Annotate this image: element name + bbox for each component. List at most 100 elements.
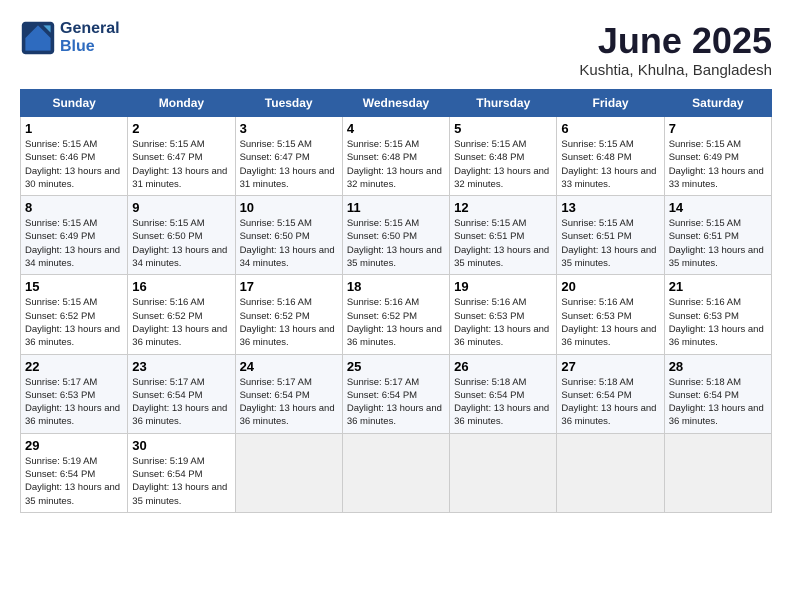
month-title: June 2025 — [579, 20, 772, 62]
calendar-cell: 14Sunrise: 5:15 AMSunset: 6:51 PMDayligh… — [664, 196, 771, 275]
calendar-cell: 18 Sunrise: 5:16 AMSunset: 6:52 PMDayligh… — [342, 275, 449, 354]
day-number: 11 — [347, 200, 445, 215]
day-info: Sunrise: 5:15 AMSunset: 6:48 PMDaylight:… — [561, 138, 659, 191]
calendar-cell: 17 Sunrise: 5:16 AMSunset: 6:52 PMDayligh… — [235, 275, 342, 354]
day-number: 14 — [669, 200, 767, 215]
day-info: Sunrise: 5:15 AMSunset: 6:50 PMDaylight:… — [347, 217, 445, 270]
calendar-cell — [557, 433, 664, 512]
day-info: Sunrise: 5:15 AMSunset: 6:52 PMDaylight:… — [25, 296, 123, 349]
calendar-cell: 5 Sunrise: 5:15 AMSunset: 6:48 PMDaylight… — [450, 117, 557, 196]
day-info: Sunrise: 5:16 AMSunset: 6:52 PMDaylight:… — [240, 296, 338, 349]
day-info: Sunrise: 5:15 AMSunset: 6:49 PMDaylight:… — [669, 138, 767, 191]
day-info: Sunrise: 5:15 AMSunset: 6:48 PMDaylight:… — [347, 138, 445, 191]
day-info: Sunrise: 5:16 AMSunset: 6:53 PMDaylight:… — [669, 296, 767, 349]
day-info: Sunrise: 5:19 AMSunset: 6:54 PMDaylight:… — [25, 455, 123, 508]
day-of-week-header: Monday — [128, 90, 235, 117]
calendar-cell: 16 Sunrise: 5:16 AMSunset: 6:52 PMDayligh… — [128, 275, 235, 354]
calendar-cell: 15 Sunrise: 5:15 AMSunset: 6:52 PMDayligh… — [21, 275, 128, 354]
day-number: 18 — [347, 279, 445, 294]
day-info: Sunrise: 5:16 AMSunset: 6:53 PMDaylight:… — [561, 296, 659, 349]
day-info: Sunrise: 5:15 AMSunset: 6:47 PMDaylight:… — [240, 138, 338, 191]
day-number: 20 — [561, 279, 659, 294]
day-number: 21 — [669, 279, 767, 294]
day-number: 2 — [132, 121, 230, 136]
day-info: Sunrise: 5:15 AMSunset: 6:48 PMDaylight:… — [454, 138, 552, 191]
calendar-cell: 28Sunrise: 5:18 AMSunset: 6:54 PMDayligh… — [664, 354, 771, 433]
calendar-cell: 19 Sunrise: 5:16 AMSunset: 6:53 PMDayligh… — [450, 275, 557, 354]
day-info: Sunrise: 5:15 AMSunset: 6:51 PMDaylight:… — [561, 217, 659, 270]
day-number: 12 — [454, 200, 552, 215]
calendar-week-row: 22 Sunrise: 5:17 AMSunset: 6:53 PMDayligh… — [21, 354, 772, 433]
day-of-week-header: Friday — [557, 90, 664, 117]
day-info: Sunrise: 5:16 AMSunset: 6:53 PMDaylight:… — [454, 296, 552, 349]
calendar-cell: 7Sunrise: 5:15 AMSunset: 6:49 PMDaylight… — [664, 117, 771, 196]
day-info: Sunrise: 5:17 AMSunset: 6:54 PMDaylight:… — [347, 376, 445, 429]
day-number: 19 — [454, 279, 552, 294]
day-number: 22 — [25, 359, 123, 374]
calendar-week-row: 1Sunrise: 5:15 AMSunset: 6:46 PMDaylight… — [21, 117, 772, 196]
day-info: Sunrise: 5:15 AMSunset: 6:46 PMDaylight:… — [25, 138, 123, 191]
day-of-week-header: Wednesday — [342, 90, 449, 117]
day-number: 13 — [561, 200, 659, 215]
calendar-cell: 11 Sunrise: 5:15 AMSunset: 6:50 PMDayligh… — [342, 196, 449, 275]
logo: General Blue — [20, 20, 120, 56]
calendar-cell: 27 Sunrise: 5:18 AMSunset: 6:54 PMDayligh… — [557, 354, 664, 433]
day-number: 24 — [240, 359, 338, 374]
day-number: 10 — [240, 200, 338, 215]
calendar-cell: 3 Sunrise: 5:15 AMSunset: 6:47 PMDaylight… — [235, 117, 342, 196]
day-number: 8 — [25, 200, 123, 215]
day-number: 15 — [25, 279, 123, 294]
page-header: General Blue June 2025 Kushtia, Khulna, … — [20, 20, 772, 79]
calendar-cell: 24 Sunrise: 5:17 AMSunset: 6:54 PMDayligh… — [235, 354, 342, 433]
day-number: 3 — [240, 121, 338, 136]
day-number: 9 — [132, 200, 230, 215]
calendar-cell: 13 Sunrise: 5:15 AMSunset: 6:51 PMDayligh… — [557, 196, 664, 275]
calendar-cell: 1Sunrise: 5:15 AMSunset: 6:46 PMDaylight… — [21, 117, 128, 196]
calendar-cell: 8 Sunrise: 5:15 AMSunset: 6:49 PMDaylight… — [21, 196, 128, 275]
day-of-week-header: Sunday — [21, 90, 128, 117]
calendar-week-row: 29 Sunrise: 5:19 AMSunset: 6:54 PMDayligh… — [21, 433, 772, 512]
day-number: 17 — [240, 279, 338, 294]
day-info: Sunrise: 5:18 AMSunset: 6:54 PMDaylight:… — [669, 376, 767, 429]
calendar-cell — [664, 433, 771, 512]
calendar-cell: 12 Sunrise: 5:15 AMSunset: 6:51 PMDayligh… — [450, 196, 557, 275]
calendar-cell — [235, 433, 342, 512]
calendar-cell: 21 Sunrise: 5:16 AMSunset: 6:53 PMDayligh… — [664, 275, 771, 354]
day-info: Sunrise: 5:15 AMSunset: 6:51 PMDaylight:… — [454, 217, 552, 270]
day-info: Sunrise: 5:15 AMSunset: 6:47 PMDaylight:… — [132, 138, 230, 191]
day-number: 16 — [132, 279, 230, 294]
day-of-week-header: Thursday — [450, 90, 557, 117]
calendar-cell: 2 Sunrise: 5:15 AMSunset: 6:47 PMDaylight… — [128, 117, 235, 196]
logo-icon — [20, 20, 56, 56]
day-number: 30 — [132, 438, 230, 453]
calendar-cell: 4 Sunrise: 5:15 AMSunset: 6:48 PMDaylight… — [342, 117, 449, 196]
day-info: Sunrise: 5:15 AMSunset: 6:50 PMDaylight:… — [132, 217, 230, 270]
day-of-week-header: Saturday — [664, 90, 771, 117]
day-number: 29 — [25, 438, 123, 453]
calendar-cell: 29 Sunrise: 5:19 AMSunset: 6:54 PMDayligh… — [21, 433, 128, 512]
day-info: Sunrise: 5:15 AMSunset: 6:49 PMDaylight:… — [25, 217, 123, 270]
day-info: Sunrise: 5:17 AMSunset: 6:53 PMDaylight:… — [25, 376, 123, 429]
calendar-cell: 10Sunrise: 5:15 AMSunset: 6:50 PMDayligh… — [235, 196, 342, 275]
calendar-week-row: 15 Sunrise: 5:15 AMSunset: 6:52 PMDayligh… — [21, 275, 772, 354]
day-number: 25 — [347, 359, 445, 374]
day-info: Sunrise: 5:17 AMSunset: 6:54 PMDaylight:… — [240, 376, 338, 429]
day-info: Sunrise: 5:18 AMSunset: 6:54 PMDaylight:… — [454, 376, 552, 429]
day-info: Sunrise: 5:16 AMSunset: 6:52 PMDaylight:… — [132, 296, 230, 349]
calendar-cell: 22 Sunrise: 5:17 AMSunset: 6:53 PMDayligh… — [21, 354, 128, 433]
day-number: 26 — [454, 359, 552, 374]
day-info: Sunrise: 5:16 AMSunset: 6:52 PMDaylight:… — [347, 296, 445, 349]
day-info: Sunrise: 5:18 AMSunset: 6:54 PMDaylight:… — [561, 376, 659, 429]
calendar-cell: 20 Sunrise: 5:16 AMSunset: 6:53 PMDayligh… — [557, 275, 664, 354]
day-number: 6 — [561, 121, 659, 136]
calendar-table: SundayMondayTuesdayWednesdayThursdayFrid… — [20, 89, 772, 513]
logo-text: General Blue — [60, 20, 120, 56]
calendar-cell — [342, 433, 449, 512]
day-number: 5 — [454, 121, 552, 136]
day-number: 27 — [561, 359, 659, 374]
calendar-cell: 6 Sunrise: 5:15 AMSunset: 6:48 PMDaylight… — [557, 117, 664, 196]
day-number: 4 — [347, 121, 445, 136]
calendar-cell: 30Sunrise: 5:19 AMSunset: 6:54 PMDayligh… — [128, 433, 235, 512]
calendar-week-row: 8 Sunrise: 5:15 AMSunset: 6:49 PMDaylight… — [21, 196, 772, 275]
header-row: SundayMondayTuesdayWednesdayThursdayFrid… — [21, 90, 772, 117]
